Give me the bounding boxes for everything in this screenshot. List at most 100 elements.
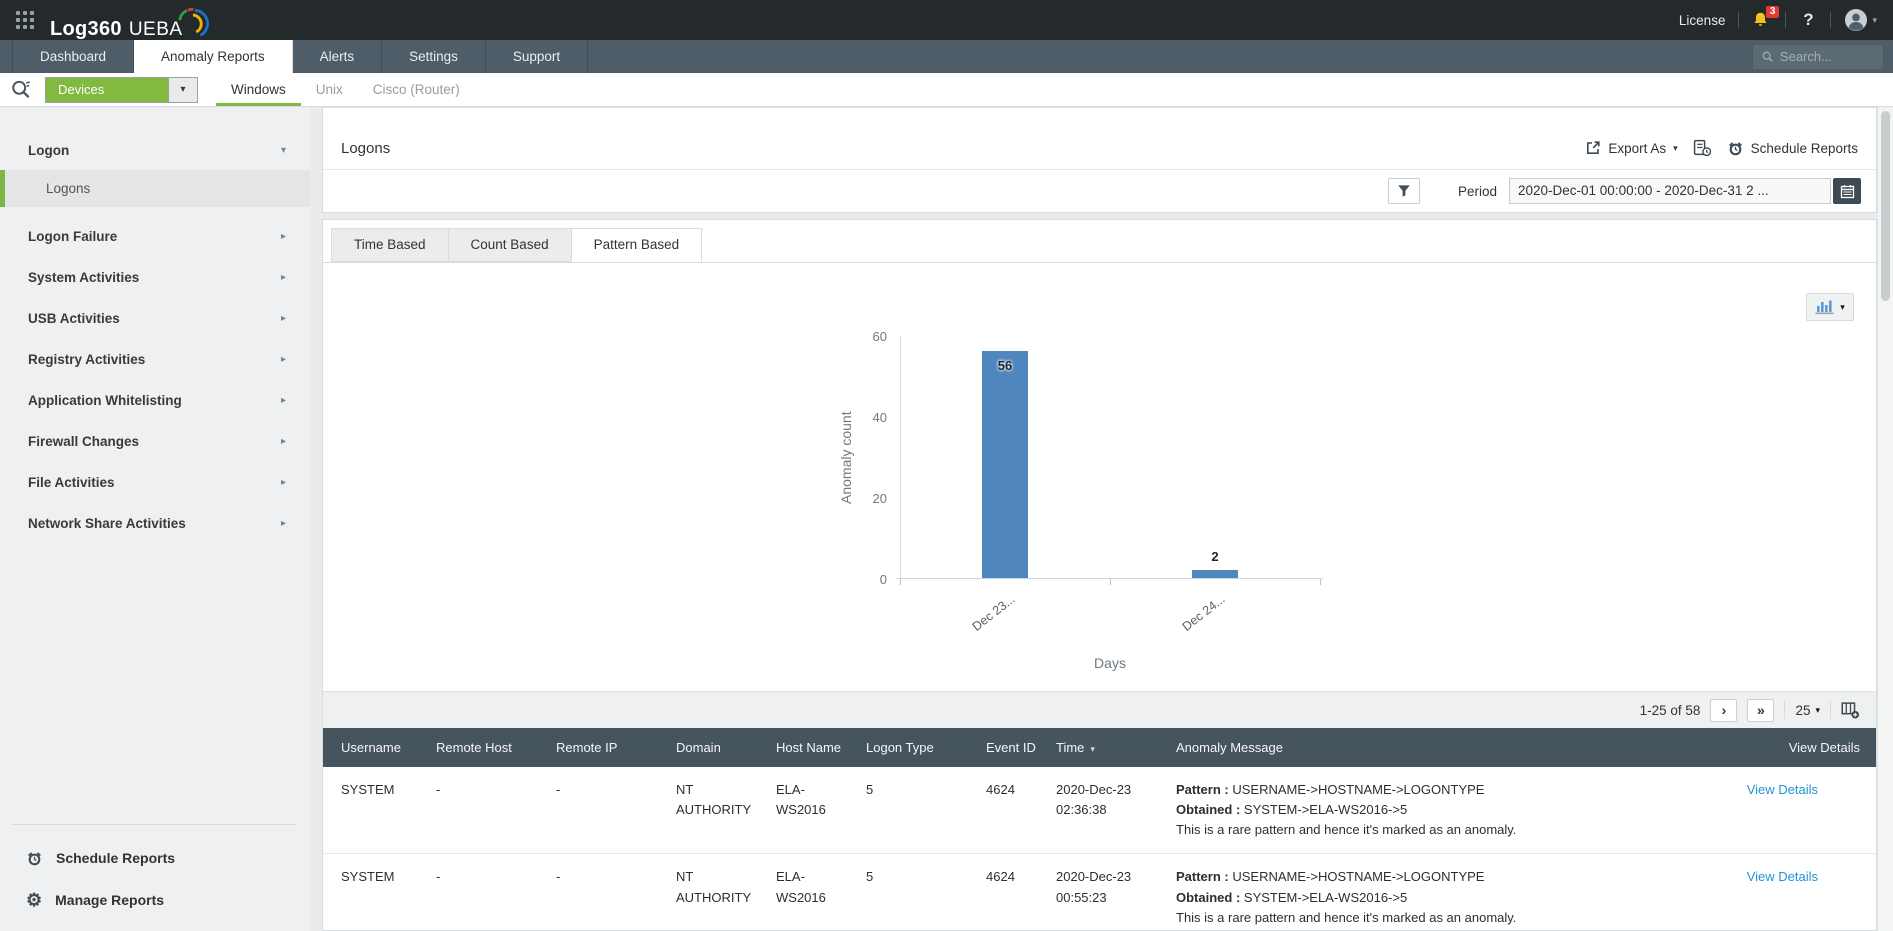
top-bar: Log360 UEBA License 3 ? ▾ xyxy=(0,0,1893,40)
sidebar-subitem-logons[interactable]: Logons xyxy=(0,170,310,207)
chevron-right-icon: ▸ xyxy=(280,435,286,447)
pagination-range: 1-25 of 58 xyxy=(1639,702,1701,718)
tab-pattern-based[interactable]: Pattern Based xyxy=(570,228,703,262)
schedule-reports-label: Schedule Reports xyxy=(1750,140,1858,156)
device-tab-unix[interactable]: Unix xyxy=(301,73,358,106)
search-input[interactable] xyxy=(1779,49,1874,64)
chart-type-selector[interactable]: ▾ xyxy=(1806,293,1854,321)
bar-dec-24[interactable] xyxy=(1192,569,1238,578)
nav-tab-settings[interactable]: Settings xyxy=(382,40,486,73)
chevron-right-icon: ▸ xyxy=(280,394,286,406)
nav-tab-anomaly-reports[interactable]: Anomaly Reports xyxy=(134,40,293,73)
last-page-button[interactable]: » xyxy=(1747,698,1775,722)
next-page-button[interactable]: › xyxy=(1710,698,1738,722)
chevron-right-icon: ▸ xyxy=(280,353,286,365)
page-size-dropdown[interactable]: 25 ▾ xyxy=(1795,703,1820,718)
chevron-down-icon: ▾ xyxy=(168,77,197,102)
product-logo: Log360 UEBA xyxy=(50,0,217,41)
sidebar-item-label: Network Share Activities xyxy=(28,515,186,531)
devices-dropdown[interactable]: Devices ▾ xyxy=(45,76,198,103)
sidebar-item-logon-failure[interactable]: Logon Failure ▸ xyxy=(0,216,310,256)
sidebar-item-logon[interactable]: Logon ▾ xyxy=(0,130,310,170)
cell-remote-host: - xyxy=(436,869,441,885)
schedule-reports-button[interactable]: Schedule Reports xyxy=(1727,140,1858,157)
cell-time: 2020-Dec-23 00:55:23 xyxy=(1056,869,1132,905)
sidebar-item-system-activities[interactable]: System Activities ▸ xyxy=(0,257,310,297)
export-as-label: Export As xyxy=(1608,140,1667,156)
x-axis-tick xyxy=(1320,579,1321,585)
nav-tab-dashboard[interactable]: Dashboard xyxy=(12,40,135,73)
sidebar-schedule-reports[interactable]: Schedule Reports xyxy=(0,837,310,879)
vertical-scrollbar[interactable] xyxy=(1877,107,1893,931)
search-devices-icon[interactable] xyxy=(10,78,33,101)
sidebar-item-firewall-changes[interactable]: Firewall Changes ▸ xyxy=(0,421,310,461)
tab-time-based[interactable]: Time Based xyxy=(331,228,449,262)
device-sub-nav: Devices ▾ Windows Unix Cisco (Router) xyxy=(0,73,1893,107)
nav-tab-alerts[interactable]: Alerts xyxy=(293,40,383,73)
view-details-link[interactable]: View Details xyxy=(1747,782,1818,797)
y-axis-tick-label: 0 xyxy=(879,572,887,587)
logo-arc-icon xyxy=(177,8,209,37)
license-link[interactable]: License xyxy=(1679,13,1726,28)
chevron-right-icon: ▸ xyxy=(280,517,286,529)
period-range-field[interactable]: 2020-Dec-01 00:00:00 - 2020-Dec-31 2 ... xyxy=(1509,178,1831,204)
sidebar-footer: Schedule Reports ⚙ Manage Reports xyxy=(0,824,310,931)
column-header-time[interactable]: Time ▾ xyxy=(1048,728,1168,767)
cell-logon-type: 5 xyxy=(866,869,874,885)
tab-count-based[interactable]: Count Based xyxy=(447,228,572,262)
calendar-button[interactable] xyxy=(1833,178,1861,204)
app-grid-icon[interactable] xyxy=(16,11,34,29)
sidebar-item-file-activities[interactable]: File Activities ▸ xyxy=(0,462,310,502)
y-axis-tick-label: 60 xyxy=(872,329,887,344)
report-header-panel: Logons Export As ▾ Schedule Reports Peri… xyxy=(322,107,1877,213)
export-schedule-icon[interactable] xyxy=(1693,139,1712,157)
chevron-down-icon: ▾ xyxy=(280,144,286,156)
column-header-username: Username xyxy=(323,728,428,767)
chevron-down-icon: ▾ xyxy=(1840,301,1845,312)
cell-event-id: 4624 xyxy=(986,782,1015,797)
global-search[interactable] xyxy=(1753,44,1883,69)
chevron-right-icon: ▸ xyxy=(280,230,286,242)
cell-remote-host: - xyxy=(436,782,441,797)
report-main-panel: Time Based Count Based Pattern Based ▾ Ano… xyxy=(322,219,1877,931)
export-as-button[interactable]: Export As ▾ xyxy=(1585,140,1678,156)
calendar-icon xyxy=(1840,184,1854,198)
bar-dec-23[interactable] xyxy=(982,351,1028,578)
x-axis-tick xyxy=(900,579,901,585)
sidebar-item-usb-activities[interactable]: USB Activities ▸ xyxy=(0,298,310,338)
device-tab-cisco-router[interactable]: Cisco (Router) xyxy=(358,73,475,106)
device-tab-windows[interactable]: Windows xyxy=(216,73,301,106)
view-details-link[interactable]: View Details xyxy=(1747,869,1818,884)
page-title: Logons xyxy=(341,140,391,157)
notifications-button[interactable]: 3 xyxy=(1752,6,1780,29)
cell-domain: NT AUTHORITY xyxy=(676,782,752,818)
export-icon xyxy=(1587,141,1600,154)
anomaly-chart: ▾ Anomaly count Days 0 20 40 60 56 Dec 23... 2… xyxy=(323,263,1876,691)
sidebar-footer-label: Manage Reports xyxy=(55,892,165,908)
sidebar-item-label: Logon xyxy=(28,142,70,158)
alarm-clock-icon xyxy=(28,851,41,865)
cell-remote-ip: - xyxy=(556,869,561,885)
cell-time: 2020-Dec-23 02:36:38 xyxy=(1056,782,1132,818)
table-row: SYSTEM - - NT AUTHORITY ELA-WS2016 5 462… xyxy=(323,767,1876,854)
devices-dropdown-value: Devices xyxy=(46,77,168,102)
chevron-right-icon: ▸ xyxy=(280,476,286,488)
sidebar-item-registry-activities[interactable]: Registry Activities ▸ xyxy=(0,339,310,379)
add-column-icon[interactable] xyxy=(1841,701,1860,719)
avatar-icon xyxy=(1845,9,1868,31)
divider xyxy=(1785,12,1787,28)
sidebar-manage-reports[interactable]: ⚙ Manage Reports xyxy=(0,879,310,921)
help-button[interactable]: ? xyxy=(1799,10,1817,30)
column-header-anomaly-message: Anomaly Message xyxy=(1168,728,1528,767)
scrollbar-thumb[interactable] xyxy=(1881,111,1890,301)
sidebar-item-network-share-activities[interactable]: Network Share Activities ▸ xyxy=(0,503,310,543)
nav-tab-support[interactable]: Support xyxy=(486,40,589,73)
user-menu[interactable]: ▾ xyxy=(1844,8,1877,32)
chevron-right-icon: ▸ xyxy=(280,312,286,324)
column-header-domain: Domain xyxy=(668,728,768,767)
pagination-bar: 1-25 of 58 › » 25 ▾ xyxy=(323,691,1876,728)
divider xyxy=(1830,701,1831,719)
sidebar-footer-label: Schedule Reports xyxy=(56,850,176,866)
filter-button[interactable] xyxy=(1387,178,1420,204)
sidebar-item-application-whitelisting[interactable]: Application Whitelisting ▸ xyxy=(0,380,310,420)
